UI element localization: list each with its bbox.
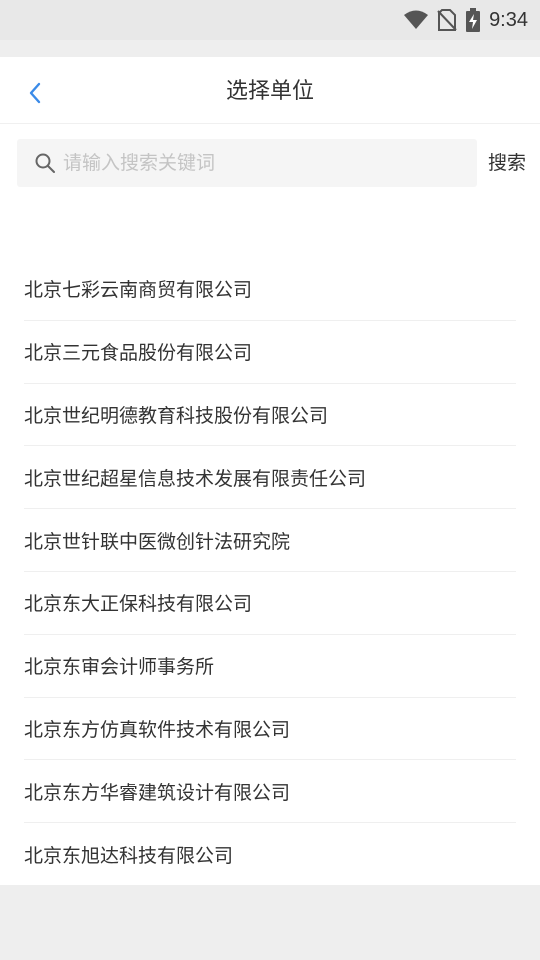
list-item-company[interactable]: 北京三元食品股份有限公司: [24, 321, 516, 384]
company-name: 北京东方仿真软件技术有限公司: [24, 718, 291, 741]
company-name: 北京七彩云南商贸有限公司: [24, 279, 253, 302]
status-gap: [0, 40, 540, 57]
company-name: 北京世纪超星信息技术发展有限责任公司: [24, 467, 367, 490]
wifi-icon: [403, 10, 429, 30]
company-name: 北京东方华睿建筑设计有限公司: [24, 781, 291, 804]
search-input[interactable]: [63, 152, 443, 174]
company-name: 北京世针联中医微创针法研究院: [24, 530, 291, 553]
list-item-company[interactable]: 北京世纪明德教育科技股份有限公司: [24, 384, 516, 447]
company-name: 北京世纪明德教育科技股份有限公司: [24, 404, 329, 427]
company-name: 北京三元食品股份有限公司: [24, 342, 253, 365]
page-title: 选择单位: [225, 79, 314, 104]
back-button[interactable]: [18, 76, 52, 110]
navigation-header: 选择单位: [0, 60, 540, 124]
search-icon: [35, 153, 55, 173]
chevron-left-icon: [29, 82, 41, 104]
search-box[interactable]: [17, 139, 477, 187]
list-item-company[interactable]: 北京东审会计师事务所: [24, 635, 516, 698]
no-sim-icon: [437, 9, 457, 31]
list-item-company[interactable]: 北京世纪超星信息技术发展有限责任公司: [24, 446, 516, 510]
company-list: 北京七彩云南商贸有限公司 北京三元食品股份有限公司 北京世纪明德教育科技股份有限…: [24, 258, 516, 886]
list-item-company[interactable]: 北京东旭达科技有限公司: [24, 823, 516, 886]
list-item-company[interactable]: 北京七彩云南商贸有限公司: [24, 258, 516, 321]
list-item-company[interactable]: 北京东大正保科技有限公司: [24, 572, 516, 635]
company-name: 北京东审会计师事务所: [24, 656, 215, 679]
list-item-company[interactable]: 北京东方华睿建筑设计有限公司: [24, 760, 516, 824]
battery-charging-icon: [465, 8, 481, 32]
status-bar: 9:34: [0, 0, 540, 40]
search-button[interactable]: 搜索: [488, 139, 526, 187]
list-item-company[interactable]: 北京东方仿真软件技术有限公司: [24, 698, 516, 761]
list-item-company[interactable]: 北京世针联中医微创针法研究院: [24, 509, 516, 572]
search-row: 搜索: [0, 139, 540, 187]
company-name: 北京东大正保科技有限公司: [24, 593, 253, 616]
company-name: 北京东旭达科技有限公司: [24, 845, 234, 868]
status-time: 9:34: [489, 8, 528, 31]
